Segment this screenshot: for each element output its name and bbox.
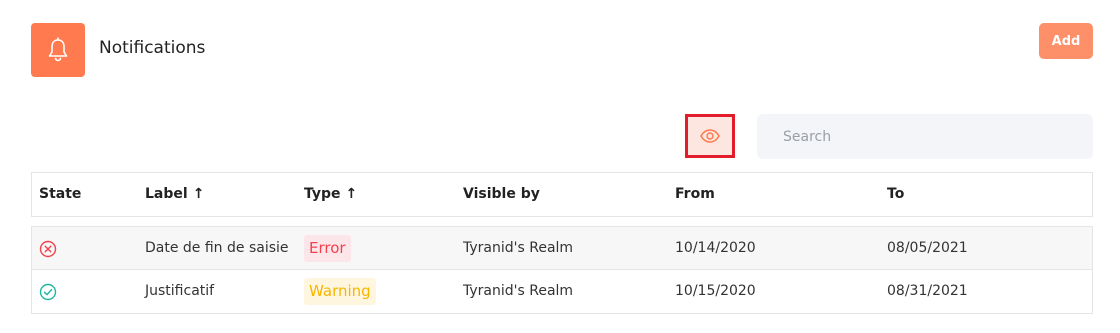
table-row[interactable]: Date de fin de saisie Error Tyranid's Re… (32, 227, 1092, 270)
column-header-state[interactable]: State (39, 173, 81, 216)
column-header-type[interactable]: Type ↑ (304, 173, 357, 216)
table-header: State Label ↑ Type ↑ Visible by From To (31, 172, 1093, 217)
check-circle-icon (39, 283, 57, 300)
sort-arrow-icon: ↑ (192, 186, 205, 202)
bell-icon (48, 37, 68, 62)
type-badge-error: Error (304, 235, 351, 262)
toggle-visibility-button[interactable] (685, 114, 735, 158)
table-row[interactable]: Justificatif Warning Tyranid's Realm 10/… (32, 270, 1092, 313)
column-header-label: Label (145, 186, 188, 202)
from-date-cell: 10/14/2020 (675, 240, 756, 256)
column-header-from[interactable]: From (675, 173, 715, 216)
notifications-header-icon (31, 23, 85, 77)
visible-by-cell: Tyranid's Realm (463, 240, 574, 256)
add-button[interactable]: Add (1039, 23, 1093, 59)
column-header-label-sort[interactable]: Label ↑ (145, 173, 204, 216)
type-cell: Error (304, 227, 351, 270)
to-date-cell: 08/31/2021 (887, 283, 968, 299)
column-header-label: Type (304, 186, 341, 202)
column-header-label: To (887, 186, 905, 202)
error-circle-icon (39, 240, 57, 257)
state-cell (39, 227, 57, 270)
type-badge-warning: Warning (304, 278, 376, 305)
visible-by-cell: Tyranid's Realm (463, 283, 574, 299)
page-title: Notifications (99, 38, 206, 58)
toggle-visibility-inner (688, 117, 732, 155)
table-body: Date de fin de saisie Error Tyranid's Re… (31, 226, 1093, 314)
column-header-visible-by[interactable]: Visible by (463, 173, 540, 216)
label-cell: Date de fin de saisie (145, 240, 289, 256)
eye-icon (700, 129, 720, 143)
type-cell: Warning (304, 270, 376, 313)
state-cell (39, 270, 57, 313)
column-header-to[interactable]: To (887, 173, 904, 216)
to-date-cell: 08/05/2021 (887, 240, 968, 256)
from-date-cell: 10/15/2020 (675, 283, 756, 299)
search-input[interactable] (757, 114, 1093, 159)
column-header-label: State (39, 186, 82, 202)
label-cell: Justificatif (145, 283, 215, 299)
column-header-label: From (675, 186, 715, 202)
column-header-label: Visible by (463, 186, 540, 202)
sort-arrow-icon: ↑ (345, 186, 358, 202)
